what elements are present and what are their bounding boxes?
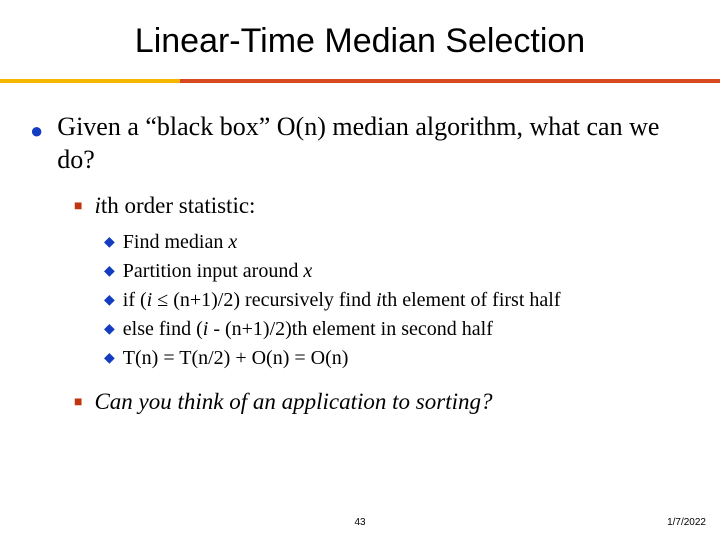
- page-number: 43: [0, 517, 720, 528]
- l1-text: Given a “black box” O(n) median algorith…: [57, 111, 690, 176]
- bullet-level3: ◆ Find median x: [104, 229, 690, 256]
- l3-text: T(n) = T(n/2) + O(n) = O(n): [123, 345, 349, 372]
- bullet-level2: ■ ith order statistic:: [74, 190, 690, 221]
- bullet-level3: ◆ if (i ≤ (n+1)/2) recursively find ith …: [104, 287, 690, 314]
- bullet-level2: ■ Can you think of an application to sor…: [74, 386, 690, 417]
- slide-body: ● Given a “black box” O(n) median algori…: [0, 83, 720, 417]
- diamond-bullet-icon: ◆: [104, 258, 123, 285]
- l3-text: else find (i - (n+1)/2)th element in sec…: [123, 316, 493, 343]
- slide: Linear-Time Median Selection ● Given a “…: [0, 0, 720, 540]
- diamond-bullet-icon: ◆: [104, 316, 123, 343]
- l3-text: if (i ≤ (n+1)/2) recursively find ith el…: [123, 287, 561, 314]
- l3-text: Partition input around x: [123, 258, 312, 285]
- bullet-level3: ◆ T(n) = T(n/2) + O(n) = O(n): [104, 345, 690, 372]
- bullet-level3: ◆ else find (i - (n+1)/2)th element in s…: [104, 316, 690, 343]
- l3-text: Find median x: [123, 229, 237, 256]
- square-bullet-icon: ■: [74, 190, 94, 221]
- footer-date: 1/7/2022: [667, 517, 706, 528]
- diamond-bullet-icon: ◆: [104, 229, 123, 256]
- bullet-level1: ● Given a “black box” O(n) median algori…: [30, 111, 690, 176]
- disc-bullet-icon: ●: [30, 111, 57, 176]
- square-bullet-icon: ■: [74, 386, 94, 417]
- slide-title: Linear-Time Median Selection: [0, 0, 720, 79]
- diamond-bullet-icon: ◆: [104, 345, 123, 372]
- l2-text: ith order statistic:: [94, 190, 255, 221]
- bullet-level3: ◆ Partition input around x: [104, 258, 690, 285]
- l2-question-text: Can you think of an application to sorti…: [94, 386, 492, 417]
- diamond-bullet-icon: ◆: [104, 287, 123, 314]
